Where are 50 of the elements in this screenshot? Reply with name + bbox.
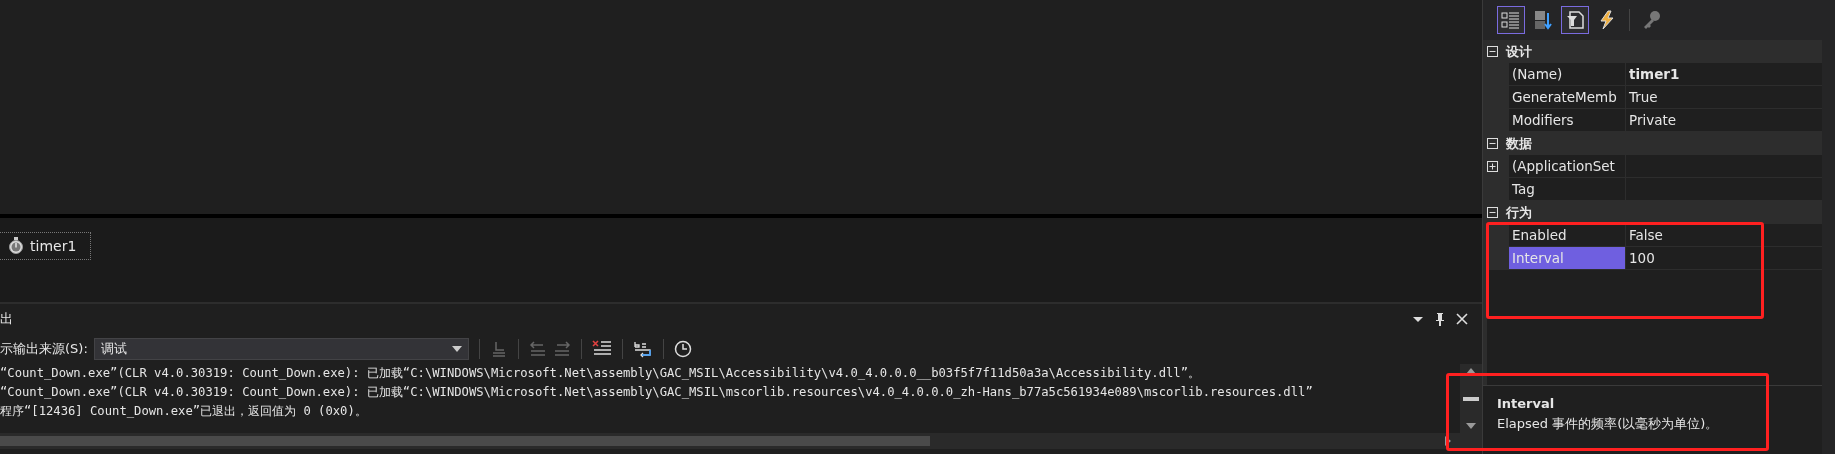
collapse-icon[interactable] [1487,138,1498,149]
property-name[interactable]: Tag [1509,178,1626,200]
scroll-up-icon[interactable] [1465,367,1477,375]
property-value[interactable]: 100 [1626,247,1822,269]
next-message-icon[interactable] [552,341,571,357]
output-line: “Count_Down.exe”(CLR v4.0.30319: Count_Down.exe): 已加载“C:\WINDOWS\Microsoft.Net\assembly\GAC_MSIL\Accessibility\v4.0_4.0.0.0__b03f5f7f11d50a3a\Accessibility.dll”。 [0,365,1201,382]
source-label: 示输出来源(S): [0,340,88,358]
description-title: Interval [1497,396,1556,411]
categorized-icon [1501,10,1521,30]
expand-icon[interactable] [1487,160,1498,172]
property-name[interactable]: Modifiers [1509,109,1626,131]
panel-title: 出 [0,310,13,328]
key-icon [1642,10,1662,30]
wrench-page-icon [1565,10,1585,30]
stopwatch-icon [8,237,24,255]
collapse-icon[interactable] [1487,46,1498,57]
previous-message-icon[interactable] [528,341,547,357]
scroll-thumb[interactable] [0,436,930,446]
clear-all-icon[interactable] [591,340,612,358]
properties-button[interactable] [1561,6,1589,34]
output-line: “Count_Down.exe”(CLR v4.0.30319: Count_Down.exe): 已加载“C:\WINDOWS\Microsoft.Net\assembly\GAC_MSIL\mscorlib.resources\v4.0_4.0.0.0_zh-Hans_b77a5c561934e089\mscorlib.resources.dll” [0,384,1314,401]
description-text: Elapsed 事件的频率(以毫秒为单位)。 [1497,415,1720,433]
property-name[interactable]: (Name) [1509,63,1626,85]
property-value[interactable]: timer1 [1626,63,1822,85]
source-dropdown[interactable]: 调试 [93,338,469,360]
caret-icon [451,346,462,352]
property-value[interactable]: True [1626,86,1822,108]
category-header: 行为 [1506,203,1532,222]
collapse-icon[interactable] [1487,207,1498,218]
scroll-thumb[interactable] [1463,396,1479,401]
pin-icon[interactable] [1434,312,1446,326]
property-value[interactable]: False [1626,224,1822,246]
category-header: 数据 [1506,134,1532,153]
tray-component[interactable]: timer1 [0,232,92,260]
word-wrap-icon[interactable] [632,340,653,358]
property-name[interactable]: GenerateMemb [1509,86,1626,108]
output-line: 程序“[12436] Count_Down.exe”已退出，返回值为 0 (0x0)。 [0,403,368,420]
categorized-button[interactable] [1497,6,1525,34]
horizontal-scrollbar[interactable] [0,433,1482,449]
scroll-down-icon[interactable] [1465,422,1477,430]
sort-icon [1533,10,1553,30]
close-icon[interactable] [1456,313,1468,325]
lightning-icon [1597,10,1617,30]
vertical-scrollbar[interactable] [1460,364,1482,433]
property-value[interactable]: Private [1626,109,1822,131]
category-header: 设计 [1506,42,1532,61]
property-name[interactable]: (ApplicationSet [1509,155,1626,177]
property-name[interactable]: Enabled [1509,224,1626,246]
property-name[interactable]: Interval [1509,247,1626,269]
clock-icon[interactable] [673,340,692,358]
